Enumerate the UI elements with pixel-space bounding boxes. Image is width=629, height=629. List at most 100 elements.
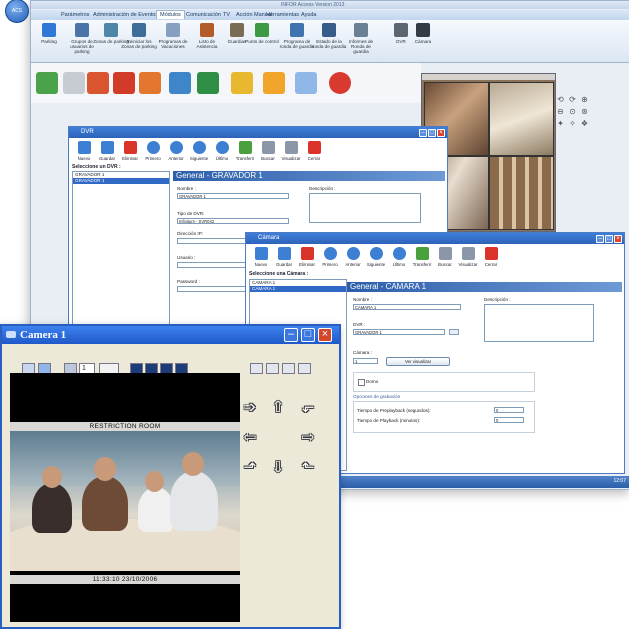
rotate-left-icon[interactable]: ⟲ bbox=[556, 95, 565, 104]
close-button[interactable]: × bbox=[437, 129, 445, 137]
list-item[interactable]: CAMARA 1 bbox=[250, 286, 346, 292]
person-2-head bbox=[94, 457, 116, 481]
close-button[interactable]: × bbox=[614, 235, 622, 243]
camara-nombre-field[interactable]: CAMARA 1 bbox=[353, 304, 461, 310]
quick-toolbar bbox=[31, 63, 421, 103]
menu-ayuda[interactable]: Ayuda bbox=[301, 12, 317, 18]
maximize-button[interactable]: □ bbox=[428, 129, 436, 137]
fire-alarm-icon[interactable] bbox=[139, 72, 161, 94]
person-4 bbox=[170, 471, 218, 531]
dvr-browse-button[interactable] bbox=[449, 329, 459, 335]
ribbon-button-parking[interactable]: Parking bbox=[31, 23, 67, 44]
alarm-icon[interactable] bbox=[113, 72, 135, 94]
pan-right-icon[interactable]: ⇨ bbox=[300, 430, 316, 446]
diamond-icon[interactable]: ❖ bbox=[580, 119, 589, 128]
zoom-out-icon[interactable] bbox=[266, 363, 279, 374]
previous-icon bbox=[346, 247, 360, 260]
viewer-title: Camera 1 bbox=[20, 329, 67, 341]
previous-icon bbox=[169, 141, 183, 154]
playback-field[interactable]: 0 bbox=[494, 417, 524, 423]
domo-checkbox[interactable] bbox=[358, 379, 365, 386]
menu-administraci-n-de-eventos[interactable]: Administración de Eventos bbox=[93, 12, 158, 18]
dvr-password-label: Password : bbox=[177, 279, 200, 284]
domo-label: Domo bbox=[366, 379, 379, 384]
ribbon-button-round-status[interactable]: Estado de la ronda de guardia bbox=[311, 23, 347, 49]
menu-par-metros[interactable]: Parámetros bbox=[61, 12, 89, 18]
focus-far-icon[interactable] bbox=[298, 363, 311, 374]
close-icon bbox=[484, 247, 498, 260]
ribbon-button-reset-zones[interactable]: Reiniciar los Zonas de parking bbox=[121, 23, 157, 49]
sparkle-icon[interactable]: ✦ bbox=[556, 119, 565, 128]
zoom-plus-icon[interactable]: ⊕ bbox=[580, 95, 589, 104]
power-icon[interactable] bbox=[329, 72, 351, 94]
users-icon[interactable] bbox=[87, 72, 109, 94]
close-button[interactable]: × bbox=[318, 328, 332, 342]
dvr-nombre-field[interactable]: GRAVADOR 1 bbox=[177, 193, 289, 199]
pan-up-right-icon[interactable]: ⬐ bbox=[300, 400, 316, 416]
close-icon bbox=[307, 141, 321, 154]
maximize-button[interactable]: □ bbox=[605, 235, 613, 243]
door-icon[interactable] bbox=[169, 72, 191, 94]
menu-m-dulos[interactable]: Módulos bbox=[156, 10, 185, 19]
ribbon-button-calendar[interactable]: Programas de Vacaciones bbox=[155, 23, 191, 49]
pan-left-icon[interactable]: ⇦ bbox=[242, 430, 258, 446]
rotate-right-icon[interactable]: ⟳ bbox=[568, 95, 577, 104]
list-item[interactable]: GRAVADOR 1 bbox=[73, 178, 169, 184]
ribbon-label: Informes de Ronda de guardia bbox=[348, 39, 374, 54]
pan-down-left-icon[interactable]: ⬏ bbox=[242, 460, 258, 476]
zoom-in-icon[interactable] bbox=[250, 363, 263, 374]
camera-viewer-window: Camera 1 – □ × 1 RESTRICTION ROOM 11:33:… bbox=[0, 324, 341, 629]
ribbon-button-camera[interactable]: Cámara bbox=[405, 23, 441, 44]
dvr-select-label: Seleccione un DVR : bbox=[72, 164, 121, 170]
battery-icon[interactable] bbox=[295, 72, 317, 94]
video-frame bbox=[10, 431, 240, 571]
maximize-button[interactable]: □ bbox=[301, 328, 315, 342]
camara-descripcion-field[interactable] bbox=[484, 304, 594, 342]
preplayback-field[interactable]: 0 bbox=[494, 407, 524, 413]
last-icon bbox=[215, 141, 229, 154]
menu-tv[interactable]: TV bbox=[223, 12, 230, 18]
dvr-ip-label: Dirección IP: bbox=[177, 231, 204, 236]
camera-tile-4[interactable] bbox=[489, 156, 554, 230]
ribbon-label: Punto de control bbox=[245, 39, 279, 44]
ver-visualizar-button[interactable]: Ver visualizar bbox=[386, 357, 450, 366]
ribbon-button-round-program[interactable]: Programa de ronda de guardia bbox=[279, 23, 315, 49]
card-reader-icon[interactable] bbox=[36, 72, 58, 94]
menu-comunicaci-n[interactable]: Comunicación bbox=[186, 12, 221, 18]
target-icon[interactable]: ⊙ bbox=[568, 107, 577, 116]
tilt-up-icon[interactable]: ⇧ bbox=[270, 400, 286, 416]
camara-numero-select[interactable]: 1 bbox=[353, 358, 378, 364]
dvr-section-header: General - GRAVADOR 1 bbox=[173, 171, 445, 181]
focus-near-icon[interactable] bbox=[282, 363, 295, 374]
sparkle-alt-icon[interactable]: ✧ bbox=[568, 119, 577, 128]
network-icon[interactable] bbox=[197, 72, 219, 94]
pan-up-left-icon[interactable]: ➩ bbox=[242, 400, 258, 416]
dvr-tipo-select[interactable]: Infinitum - SVR042 bbox=[177, 218, 289, 224]
search-icon bbox=[261, 141, 275, 154]
camara-dvr-select[interactable]: GRAVADOR 1 bbox=[353, 329, 445, 335]
tilt-down-icon[interactable]: ⇩ bbox=[270, 460, 286, 476]
camara-close-button[interactable]: Cerrar bbox=[478, 247, 504, 267]
person-3-head bbox=[145, 471, 164, 492]
camera-tile-2[interactable] bbox=[489, 82, 554, 156]
zoom-minus-icon[interactable]: ⊖ bbox=[556, 107, 565, 116]
ribbon: Parking Grupos de usuarios de parking Zona… bbox=[31, 20, 629, 63]
minimize-button[interactable]: – bbox=[596, 235, 604, 243]
person-4-head bbox=[182, 452, 204, 476]
pan-down-right-icon[interactable]: ⬑ bbox=[300, 460, 316, 476]
terminal-icon[interactable] bbox=[63, 72, 85, 94]
dvr-descripcion-field[interactable] bbox=[309, 193, 421, 223]
dvr-descripcion-label: Descripción : bbox=[309, 186, 336, 191]
focus-icon[interactable]: ⊛ bbox=[580, 107, 589, 116]
minimize-button[interactable]: – bbox=[284, 328, 298, 342]
minimize-button[interactable]: – bbox=[419, 129, 427, 137]
dvr-tipo-label: Tipo de DVR: bbox=[177, 211, 205, 216]
menu-herramientas[interactable]: Herramientas bbox=[266, 12, 299, 18]
transfer-icon bbox=[415, 247, 429, 260]
dvr-close-button[interactable]: Cerrar bbox=[301, 141, 327, 161]
lightbulb-icon[interactable] bbox=[263, 72, 285, 94]
light-icon[interactable] bbox=[231, 72, 253, 94]
ribbon-button-checkpoint[interactable]: Punto de control bbox=[244, 23, 280, 44]
app-orb-button[interactable]: ACS bbox=[5, 0, 29, 23]
ribbon-button-round-report[interactable]: Informes de Ronda de guardia bbox=[343, 23, 379, 54]
